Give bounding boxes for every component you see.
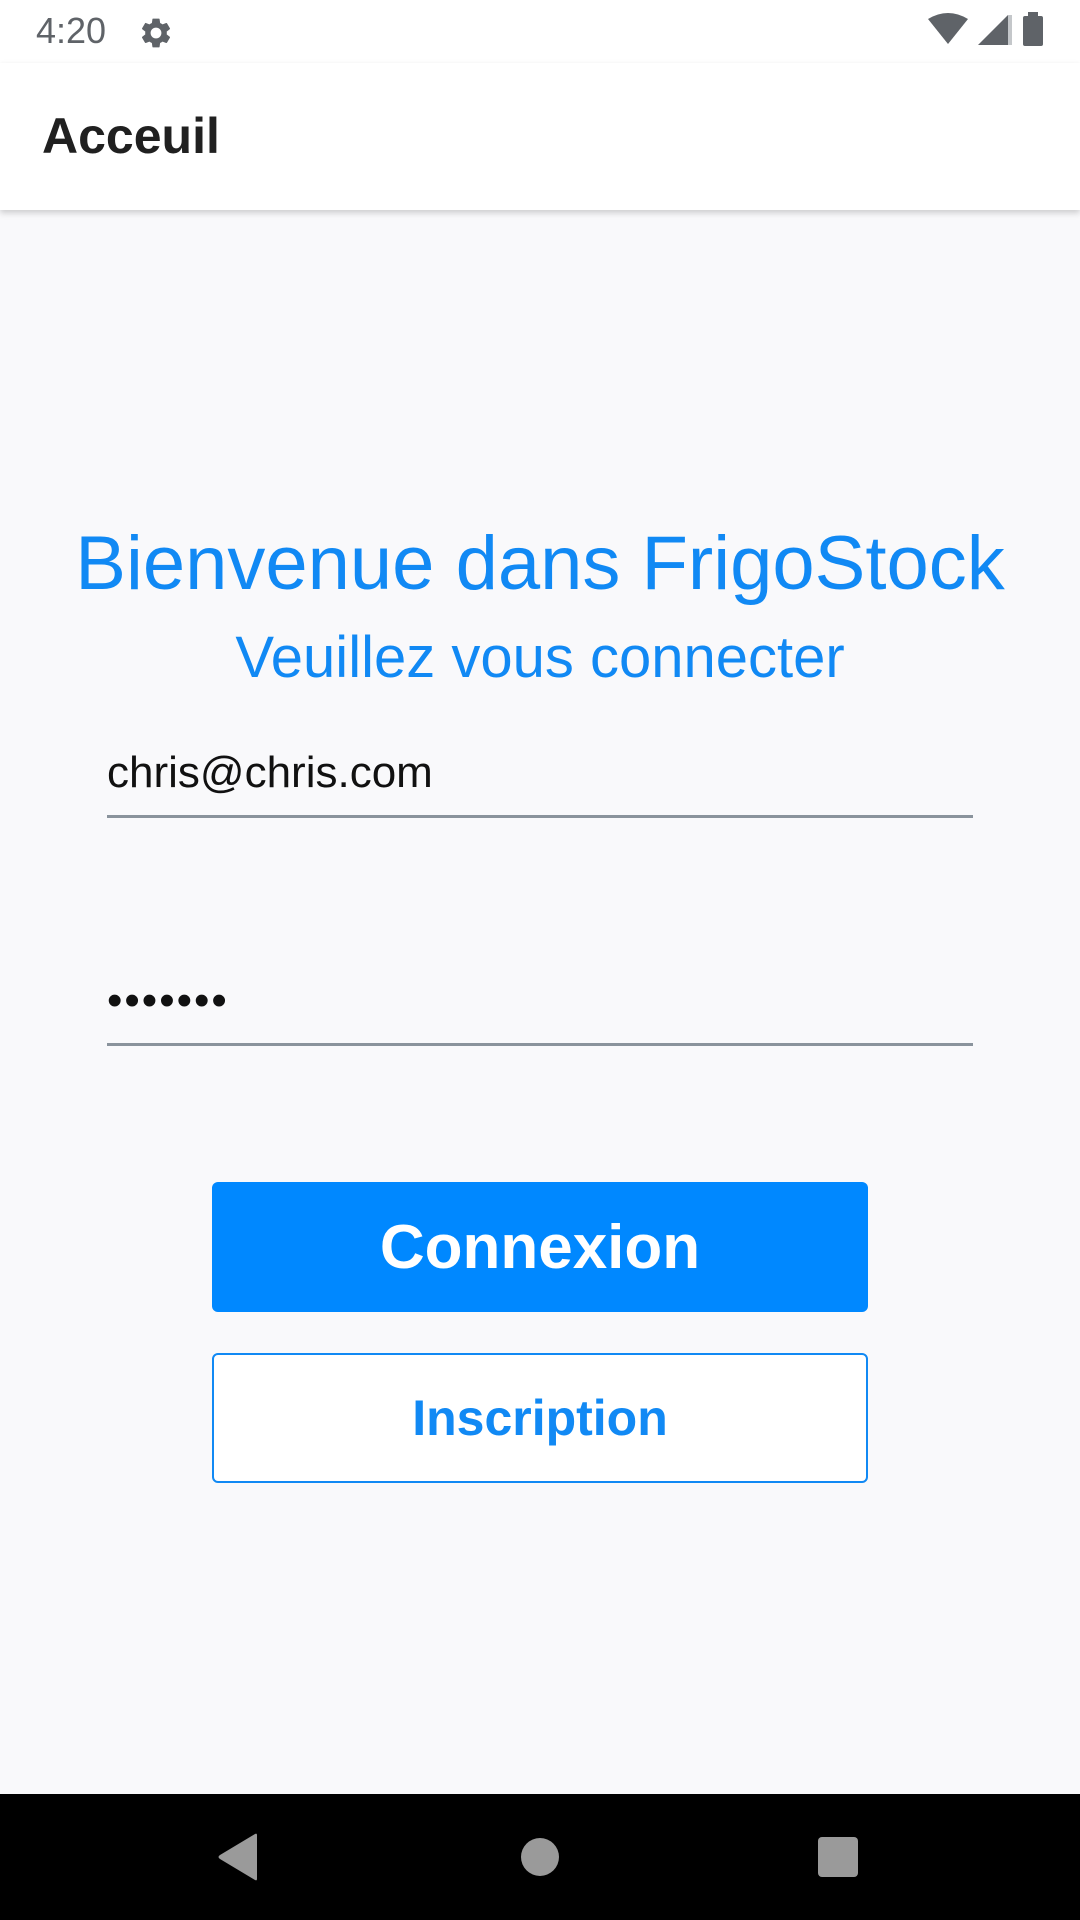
home-icon <box>521 1838 559 1876</box>
settings-icon <box>138 15 174 51</box>
status-time: 4:20 <box>36 10 107 51</box>
page-title: Acceuil <box>42 108 220 164</box>
welcome-subtitle: Veuillez vous connecter <box>235 625 845 690</box>
login-form: Bienvenue dans FrigoStock Veuillez vous … <box>0 210 1080 1794</box>
wifi-icon <box>928 12 968 50</box>
email-field-container <box>107 730 973 818</box>
battery-icon <box>1022 11 1044 51</box>
password-field-container <box>107 958 973 1046</box>
navigation-bar <box>0 1794 1080 1920</box>
welcome-title: Bienvenue dans FrigoStock <box>75 521 1005 606</box>
status-bar: 4:20 <box>0 0 1080 63</box>
back-button[interactable] <box>206 1824 272 1890</box>
connexion-button[interactable]: Connexion <box>212 1182 868 1312</box>
home-button[interactable] <box>507 1824 573 1890</box>
password-field[interactable] <box>107 958 973 1043</box>
app-bar: Acceuil <box>0 63 1080 210</box>
email-field[interactable] <box>107 730 973 815</box>
inscription-button[interactable]: Inscription <box>212 1353 868 1483</box>
recents-icon <box>818 1837 858 1877</box>
signal-icon <box>978 13 1012 50</box>
recents-button[interactable] <box>805 1824 871 1890</box>
back-icon <box>218 1833 257 1881</box>
